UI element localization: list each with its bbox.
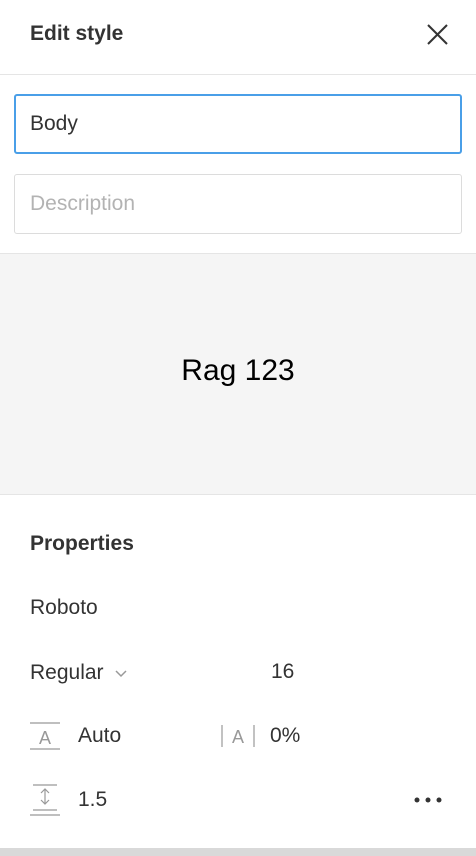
font-size-input[interactable]: 16: [271, 660, 294, 684]
style-name-input[interactable]: [14, 94, 462, 154]
style-preview: Rag 123: [0, 253, 476, 495]
preview-sample-text: Rag 123: [181, 354, 295, 387]
paragraph-spacing-input[interactable]: 1.5: [78, 788, 107, 812]
svg-text:A: A: [39, 728, 51, 748]
description-input[interactable]: [14, 174, 462, 234]
svg-text:A: A: [232, 727, 244, 747]
more-options-icon: [414, 797, 442, 803]
letter-spacing-input[interactable]: 0%: [270, 724, 300, 748]
properties-heading: Properties: [30, 532, 134, 555]
panel-title: Edit style: [30, 22, 124, 45]
paragraph-spacing-icon: [30, 784, 60, 816]
panel-header: Edit style: [0, 0, 476, 75]
chevron-down-icon: [115, 670, 127, 678]
bottom-edge: [0, 848, 476, 856]
close-icon: [427, 24, 448, 45]
font-weight-select[interactable]: Regular: [30, 658, 128, 688]
edit-style-panel: Edit style Rag 123 Properties Roboto Reg…: [0, 0, 476, 856]
font-weight-label: Regular: [30, 661, 104, 684]
line-height-input[interactable]: Auto: [78, 724, 121, 748]
more-options-button[interactable]: [410, 790, 446, 810]
line-height-icon: A: [30, 722, 60, 750]
close-button[interactable]: [420, 18, 456, 54]
letter-spacing-icon: A: [221, 725, 255, 747]
font-family-select[interactable]: Roboto: [30, 596, 98, 620]
